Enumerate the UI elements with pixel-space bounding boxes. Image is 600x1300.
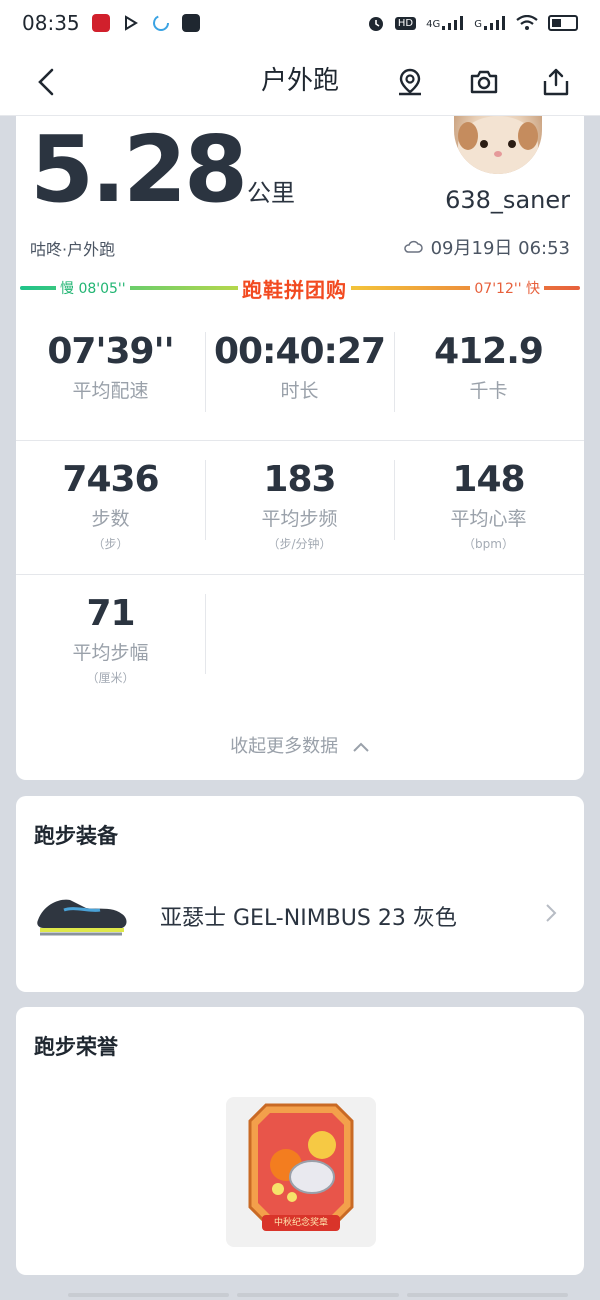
location-button[interactable]: [392, 64, 428, 100]
avatar[interactable]: [454, 116, 542, 174]
stat-steps: 7436 步数 （步）: [62, 459, 159, 552]
hamster-avatar-icon: [458, 116, 538, 174]
pace-fast-label: 07'12'' 快: [470, 278, 544, 298]
nav-header: 户外跑: [0, 46, 600, 116]
play-notification-icon: [122, 14, 140, 32]
stat-cadence: 183 平均步频 （步/分钟）: [205, 460, 394, 552]
wifi-icon: [516, 15, 538, 31]
stat-avg-pace: 07'39'' 平均配速: [47, 331, 174, 403]
top-bar: 08:35 HD 4G G 户外跑: [0, 0, 600, 116]
chevron-right-icon: [546, 904, 557, 922]
back-arrow-icon: [38, 68, 54, 96]
signal-4g-icon: 4G: [426, 16, 464, 30]
stat-heart-rate: 148 平均心率 （bpm）: [394, 460, 583, 552]
sync-notification-icon: [152, 14, 170, 32]
shoe-item[interactable]: 亚瑟士 GEL-NIMBUS 23 灰色: [16, 876, 584, 956]
chevron-up-icon: [352, 737, 370, 758]
divider: [16, 574, 584, 575]
running-equipment-card: 跑步装备 亚瑟士 GEL-NIMBUS 23 灰色: [16, 796, 584, 992]
stats-row-1: 07'39'' 平均配速 00:40:27 时长 412.9 千卡: [16, 331, 584, 412]
status-time: 08:35: [22, 11, 80, 35]
stat-calories: 412.9 千卡: [394, 332, 583, 412]
stats-row-3: 71 平均步幅 （厘米）: [16, 594, 584, 686]
shoe-name: 亚瑟士 GEL-NIMBUS 23 灰色: [160, 906, 457, 931]
stats-row-2: 7436 步数 （步） 183 平均步频 （步/分钟） 148 平均心率 （bp…: [16, 460, 584, 552]
camera-icon: [470, 70, 498, 94]
share-button[interactable]: [538, 64, 574, 100]
running-shoe-icon: [37, 899, 127, 936]
pace-bar: 慢 08'05'' 跑鞋拼团购 07'12'' 快: [20, 274, 580, 303]
username[interactable]: 638_saner: [445, 186, 570, 214]
page-title: 户外跑: [260, 66, 339, 96]
promo-banner[interactable]: 跑鞋拼团购: [238, 274, 351, 303]
honor-title: 跑步荣誉: [34, 1035, 118, 1059]
collapse-more-data-button[interactable]: 收起更多数据: [16, 732, 584, 758]
activity-datetime: 09月19日 06:53: [403, 234, 570, 260]
mid-autumn-medal[interactable]: 中秋纪念奖章: [226, 1097, 376, 1247]
battery-icon: [548, 15, 578, 31]
camera-button[interactable]: [466, 64, 502, 100]
hd-icon: HD: [394, 16, 417, 30]
cloud-icon: [403, 240, 423, 253]
alarm-icon: [367, 14, 385, 32]
share-icon: [543, 68, 569, 96]
stat-duration: 00:40:27 时长: [205, 332, 394, 412]
equipment-title: 跑步装备: [34, 824, 118, 848]
run-summary-card: 5.28 公里 638_saner 咕咚·户外跑 09月19日 06:53 慢 …: [16, 116, 584, 780]
app-notification-icon: [91, 14, 110, 32]
stat-stride: 71 平均步幅 （厘米）: [72, 593, 149, 686]
eye-notification-icon: [181, 14, 200, 32]
distance-block: 5.28 公里: [30, 120, 295, 220]
status-bar: 08:35 HD 4G G: [0, 0, 600, 46]
location-pin-icon: [399, 68, 421, 96]
activity-source: 咕咚·户外跑: [30, 240, 116, 259]
pace-slow-label: 慢 08'05'': [56, 278, 130, 298]
medal-label: 中秋纪念奖章: [273, 1218, 328, 1228]
stat-empty: [205, 594, 394, 686]
distance-value: 5.28: [30, 116, 248, 223]
gesture-bar: [68, 1293, 568, 1297]
divider: [16, 440, 584, 441]
distance-unit: 公里: [247, 179, 295, 207]
running-honor-card: 跑步荣誉 中秋纪念奖章: [16, 1007, 584, 1275]
signal-g-icon: G: [474, 16, 506, 30]
back-button[interactable]: [28, 64, 64, 100]
